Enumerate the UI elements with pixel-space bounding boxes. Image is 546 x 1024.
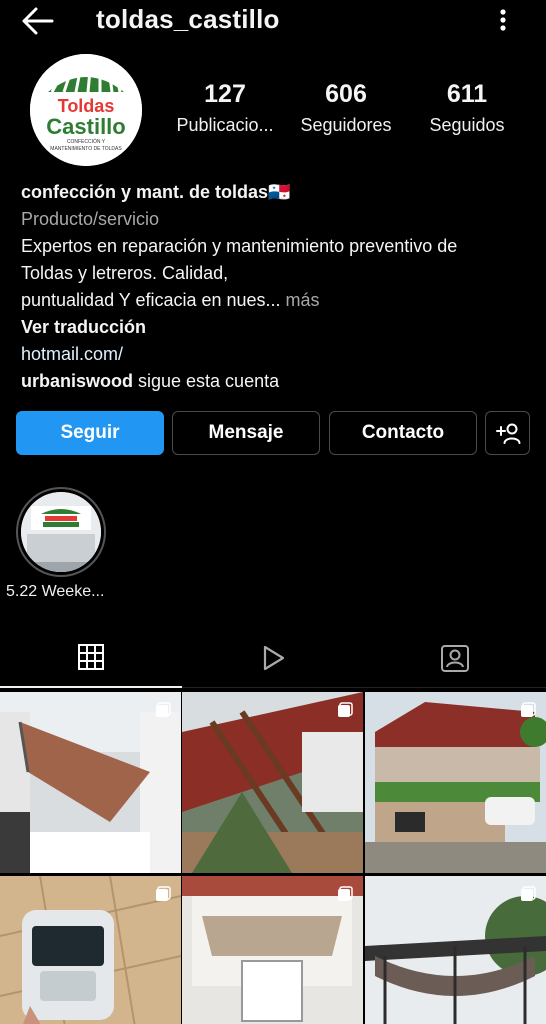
message-button[interactable]: Mensaje bbox=[172, 411, 320, 455]
followers-count-label: Seguidores bbox=[300, 115, 392, 135]
avatar-logo-line1: Toldas bbox=[58, 96, 115, 116]
followed-by-text: sigue esta cuenta bbox=[133, 371, 280, 391]
multiple-posts-icon bbox=[521, 886, 536, 901]
story-highlight-cover bbox=[21, 492, 101, 572]
following-count[interactable]: 611 Seguidos bbox=[420, 80, 514, 136]
multiple-posts-icon bbox=[156, 702, 171, 717]
contact-button[interactable]: Contacto bbox=[329, 411, 477, 455]
back-button[interactable] bbox=[20, 6, 54, 36]
avatar-logo-line4: MANTENIMIENTO DE TOLDAS bbox=[50, 146, 122, 152]
posts-count[interactable]: 127 Publicacio... bbox=[168, 80, 282, 136]
tab-posts-grid[interactable] bbox=[0, 628, 182, 688]
bio-text-line: Expertos en reparación y mantenimiento p… bbox=[21, 236, 458, 256]
followers-count[interactable]: 606 Seguidores bbox=[292, 80, 400, 136]
avatar-logo-line2: Castillo bbox=[46, 114, 125, 139]
profile-category: Producto/servicio bbox=[21, 209, 160, 229]
top-bar: toldas_castillo bbox=[0, 0, 546, 44]
more-vertical-icon bbox=[500, 9, 506, 31]
profile-website-link[interactable]: hotmail.com/ bbox=[21, 341, 531, 368]
follow-button[interactable]: Seguir bbox=[16, 411, 164, 455]
multiple-posts-icon bbox=[521, 702, 536, 717]
post-thumbnail[interactable] bbox=[182, 876, 363, 1024]
arrow-left-icon bbox=[22, 7, 54, 35]
post-thumbnail[interactable] bbox=[0, 876, 181, 1024]
post-thumbnail[interactable] bbox=[365, 692, 546, 873]
add-user-icon bbox=[495, 423, 520, 444]
following-count-label: Seguidos bbox=[429, 115, 505, 135]
profile-tabs bbox=[0, 628, 546, 688]
multiple-posts-icon bbox=[338, 886, 353, 901]
posts-count-label: Publicacio... bbox=[176, 115, 274, 135]
see-translation-link[interactable]: Ver traducción bbox=[21, 314, 531, 341]
play-icon bbox=[263, 645, 285, 671]
bio-text-line-truncated: puntualidad Y eficacia en nues... más bbox=[21, 287, 531, 314]
following-count-value: 611 bbox=[446, 80, 488, 108]
story-highlight[interactable] bbox=[16, 487, 106, 577]
grid-icon bbox=[78, 644, 104, 670]
followed-by-username: urbaniswood bbox=[21, 371, 133, 391]
post-thumbnail[interactable] bbox=[365, 876, 546, 1024]
profile-avatar[interactable]: Toldas Castillo CONFECCIÓN Y MANTENIMIEN… bbox=[30, 54, 142, 166]
tagged-user-icon bbox=[441, 645, 469, 672]
posts-count-value: 127 bbox=[204, 80, 246, 108]
profile-bio: confección y mant. de toldas🇵🇦 Producto/… bbox=[21, 179, 531, 395]
more-options-button[interactable] bbox=[494, 6, 512, 34]
followed-by[interactable]: urbaniswood sigue esta cuenta bbox=[21, 368, 531, 395]
story-highlight-label: 5.22 Weeke... bbox=[6, 583, 105, 600]
avatar-logo-line3: CONFECCIÓN Y bbox=[67, 138, 106, 145]
bio-text-line: Toldas y letreros. Calidad, bbox=[21, 263, 229, 283]
suggested-users-button[interactable] bbox=[485, 411, 530, 455]
post-thumbnail[interactable] bbox=[0, 692, 181, 873]
bio-more-link[interactable]: más bbox=[281, 290, 320, 310]
profile-username: toldas_castillo bbox=[96, 4, 280, 34]
tab-tagged[interactable] bbox=[364, 628, 546, 688]
tab-reels[interactable] bbox=[182, 628, 364, 688]
followers-count-value: 606 bbox=[325, 80, 367, 108]
multiple-posts-icon bbox=[156, 886, 171, 901]
multiple-posts-icon bbox=[338, 702, 353, 717]
bio-text-line: puntualidad Y eficacia en nues... bbox=[21, 290, 281, 310]
post-thumbnail[interactable] bbox=[182, 692, 363, 873]
profile-display-name: confección y mant. de toldas🇵🇦 bbox=[21, 182, 291, 202]
